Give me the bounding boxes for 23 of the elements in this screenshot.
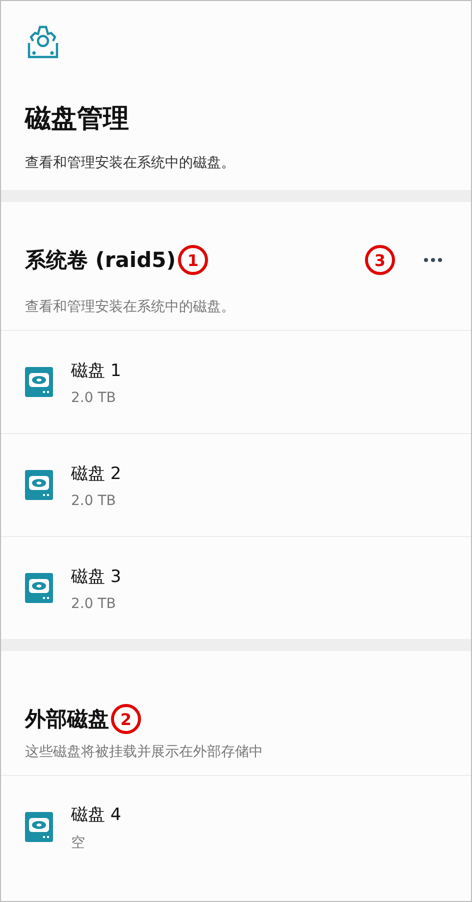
disk-name: 磁盘 4 bbox=[71, 804, 122, 826]
disk-size: 2.0 TB bbox=[71, 390, 117, 406]
disk-name: 磁盘 2 bbox=[71, 462, 122, 484]
section-title: 系统卷 (raid5) bbox=[25, 247, 176, 274]
disk-size: 空 bbox=[71, 834, 86, 852]
ellipsis-icon bbox=[423, 257, 443, 263]
hard-drive-icon bbox=[25, 470, 53, 500]
section-description: 查看和管理安装在系统中的磁盘。 bbox=[25, 298, 236, 317]
section-title: 外部磁盘 bbox=[25, 706, 109, 733]
disk-size: 2.0 TB bbox=[71, 596, 117, 612]
disk-name: 磁盘 1 bbox=[71, 360, 122, 382]
page-description: 查看和管理安装在系统中的磁盘。 bbox=[25, 154, 236, 172]
callout-marker: 2 bbox=[111, 704, 141, 734]
page-title: 磁盘管理 bbox=[25, 103, 130, 136]
callout-marker: 1 bbox=[178, 245, 208, 275]
callout-marker: 3 bbox=[365, 245, 395, 275]
hard-drive-icon bbox=[25, 812, 53, 842]
hard-drive-icon bbox=[25, 367, 53, 397]
gear-icon bbox=[25, 23, 61, 59]
disk-size: 2.0 TB bbox=[71, 492, 117, 508]
disk-name: 磁盘 3 bbox=[71, 566, 122, 588]
hard-drive-icon bbox=[25, 573, 53, 603]
section-description: 这些磁盘将被挂载并展示在外部存储中 bbox=[25, 743, 264, 762]
